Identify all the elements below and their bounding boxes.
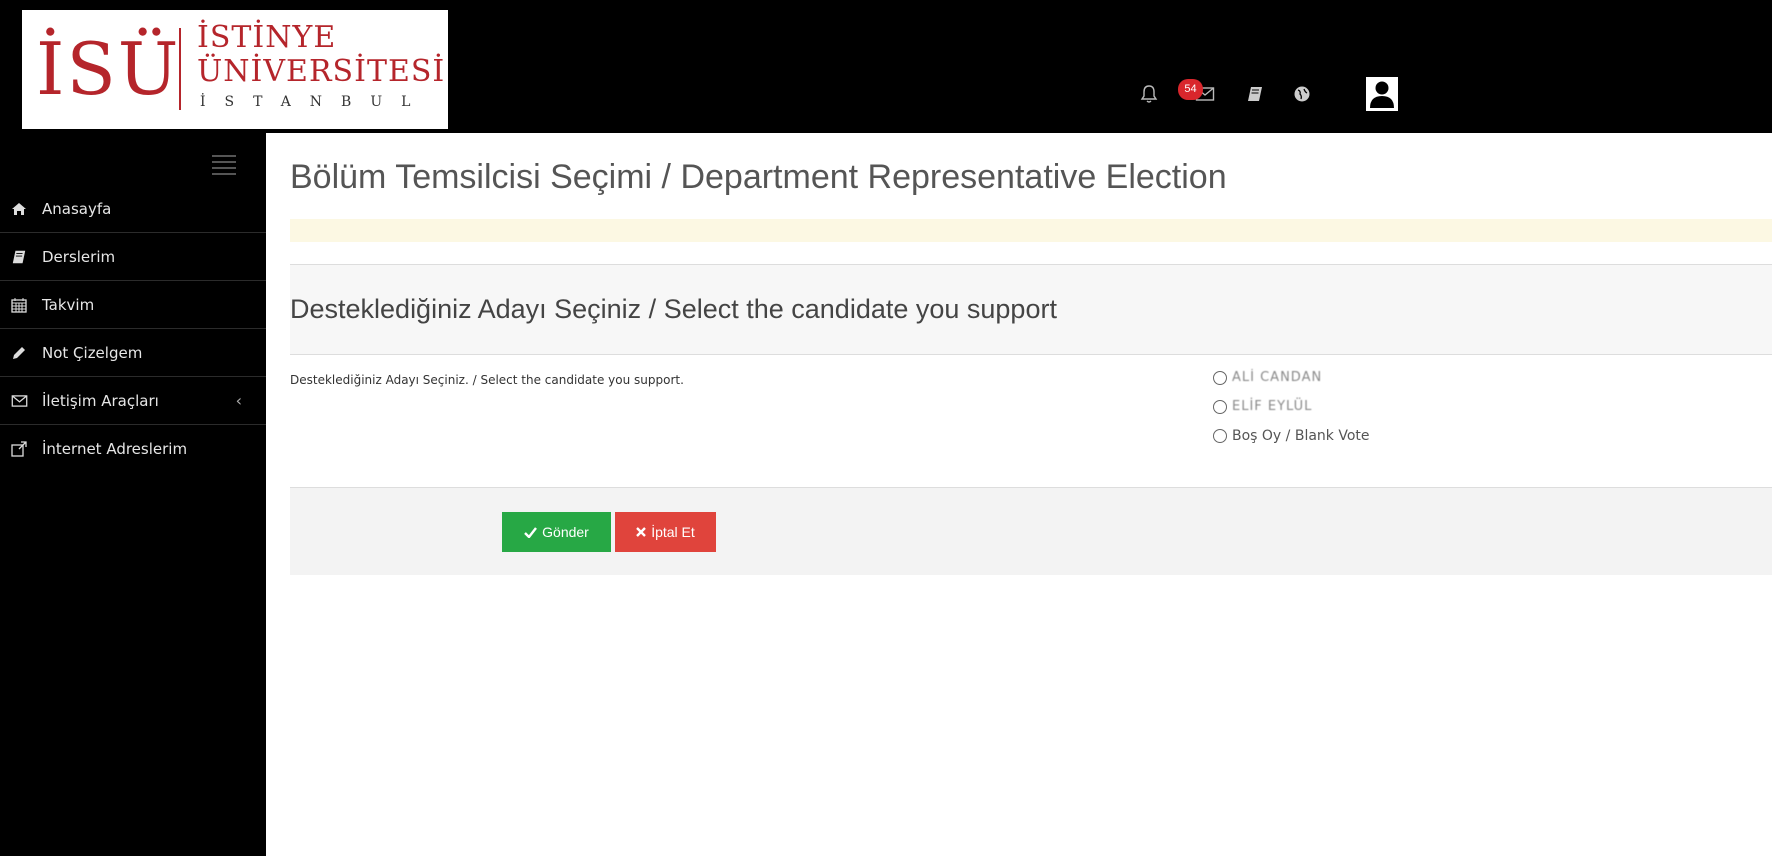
message-count-badge: 54: [1178, 79, 1203, 100]
logo-mark: İSÜ: [36, 27, 181, 111]
sidebar-item-communication[interactable]: İletişim Araçları ‹: [0, 377, 266, 425]
candidate-option-2[interactable]: ELİF EYLÜL: [1213, 399, 1312, 414]
notifications-button[interactable]: [1132, 76, 1166, 112]
panel-title: Desteklediğiniz Adayı Seçiniz / Select t…: [290, 294, 1057, 324]
sidebar-item-courses[interactable]: Derslerim: [0, 233, 266, 281]
sidebar-item-calendar[interactable]: Takvim: [0, 281, 266, 329]
panel-header: Desteklediğiniz Adayı Seçiniz / Select t…: [290, 265, 1772, 355]
external-link-icon: [8, 440, 30, 458]
courses-button[interactable]: [1238, 76, 1272, 112]
cancel-label: İptal Et: [651, 524, 695, 540]
language-button[interactable]: [1285, 76, 1319, 112]
globe-icon: [1294, 86, 1310, 102]
envelope-icon: [8, 392, 30, 410]
radio-button[interactable]: [1213, 399, 1227, 414]
user-menu-button[interactable]: [1366, 76, 1398, 112]
top-bar: İSÜ İSTİNYE ÜNİVERSİTESİ İSTANBUL: [0, 0, 1772, 133]
home-icon: [8, 200, 30, 218]
submit-button[interactable]: Gönder: [502, 512, 611, 552]
pencil-icon: [8, 344, 30, 362]
logo-line-3: İSTANBUL: [200, 94, 430, 110]
sidebar-item-grades[interactable]: Not Çizelgem: [0, 329, 266, 377]
calendar-icon: [8, 296, 30, 314]
option-label: Boş Oy / Blank Vote: [1232, 428, 1370, 444]
book-icon: [1248, 87, 1262, 101]
sidebar-item-label: İletişim Araçları: [42, 391, 159, 410]
book-icon: [8, 248, 30, 266]
university-logo[interactable]: İSÜ İSTİNYE ÜNİVERSİTESİ İSTANBUL: [22, 10, 448, 129]
logo-line-1: İSTİNYE: [197, 20, 337, 55]
question-label: Desteklediğiniz Adayı Seçiniz. / Select …: [290, 373, 684, 387]
logo-line-2: ÜNİVERSİTESİ: [197, 54, 446, 89]
close-icon: [636, 527, 647, 537]
alert-bar: [290, 219, 1772, 242]
bell-icon: [1140, 85, 1158, 103]
candidate-option-1[interactable]: ALİ CANDAN: [1213, 370, 1322, 385]
sidebar-item-web-links[interactable]: İnternet Adreslerim: [0, 425, 266, 473]
sidebar-item-home[interactable]: Anasayfa: [0, 185, 266, 233]
logo-divider: [179, 28, 181, 110]
sidebar-item-label: Derslerim: [42, 247, 116, 266]
submit-label: Gönder: [542, 524, 589, 540]
radio-button[interactable]: [1213, 370, 1227, 385]
sidebar-item-label: Anasayfa: [42, 199, 112, 218]
sidebar-item-label: Takvim: [42, 295, 95, 314]
sidebar: Anasayfa Derslerim Takvim Not Çizelgem İ…: [0, 133, 266, 856]
blank-vote-option[interactable]: Boş Oy / Blank Vote: [1213, 428, 1370, 444]
chevron-left-icon: ‹: [235, 391, 242, 410]
check-icon: [524, 526, 538, 538]
option-label: ALİ CANDAN: [1232, 370, 1323, 385]
page-title: Bölüm Temsilcisi Seçimi / Department Rep…: [290, 158, 1227, 196]
menu-toggle-icon[interactable]: [212, 155, 236, 177]
radio-button[interactable]: [1213, 429, 1227, 443]
option-label: ELİF EYLÜL: [1232, 399, 1313, 414]
cancel-button[interactable]: İptal Et: [615, 512, 716, 552]
sidebar-item-label: İnternet Adreslerim: [42, 440, 188, 458]
user-icon: [1366, 77, 1398, 111]
sidebar-item-label: Not Çizelgem: [42, 343, 143, 362]
